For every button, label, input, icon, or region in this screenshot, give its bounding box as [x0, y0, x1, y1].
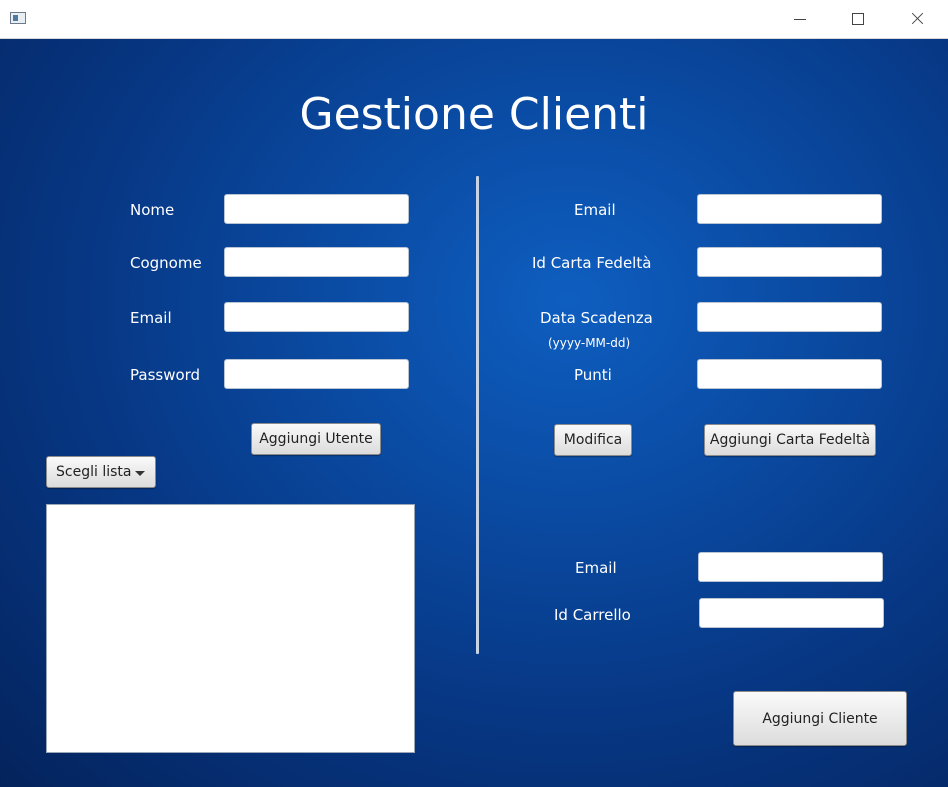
card-email-field[interactable] [697, 194, 882, 224]
page-title: Gestione Clienti [299, 89, 649, 140]
expiry-date-hint: (yyyy-MM-dd) [548, 336, 631, 350]
expiry-date-label: Data Scadenza [540, 309, 653, 327]
password-label: Password [130, 366, 201, 384]
main-panel: Gestione Clienti Nome Cognome Email Pass… [0, 39, 948, 787]
nome-label: Nome [130, 201, 175, 219]
points-label: Punti [574, 366, 612, 384]
cognome-label: Cognome [130, 254, 202, 272]
card-email-label: Email [574, 201, 616, 219]
password-field[interactable] [224, 359, 409, 389]
points-field[interactable] [697, 359, 882, 389]
id-card-field[interactable] [697, 247, 882, 277]
expiry-date-field[interactable] [697, 302, 882, 332]
id-cart-field[interactable] [699, 598, 884, 628]
app-window-icon [10, 12, 26, 24]
results-list[interactable] [46, 504, 415, 753]
cart-email-label: Email [575, 559, 617, 577]
close-icon[interactable] [887, 0, 945, 38]
minimize-icon[interactable] [771, 0, 829, 38]
cart-email-field[interactable] [698, 552, 883, 582]
email-field[interactable] [224, 302, 409, 332]
add-loyalty-card-button[interactable]: Aggiungi Carta Fedeltà [704, 424, 876, 456]
chevron-down-icon [135, 471, 145, 476]
list-selector-combobox[interactable]: Scegli lista [46, 456, 156, 488]
title-bar [0, 0, 948, 39]
id-cart-label: Id Carrello [554, 606, 631, 624]
list-selector-label: Scegli lista [56, 464, 132, 480]
add-client-button[interactable]: Aggiungi Cliente [733, 691, 907, 746]
add-user-button[interactable]: Aggiungi Utente [251, 423, 381, 455]
maximize-icon[interactable] [829, 0, 887, 38]
vertical-divider [476, 176, 479, 654]
id-card-label: Id Carta Fedeltà [532, 254, 652, 272]
nome-field[interactable] [224, 194, 409, 224]
email-label: Email [130, 309, 172, 327]
cognome-field[interactable] [224, 247, 409, 277]
modify-button[interactable]: Modifica [554, 424, 632, 456]
